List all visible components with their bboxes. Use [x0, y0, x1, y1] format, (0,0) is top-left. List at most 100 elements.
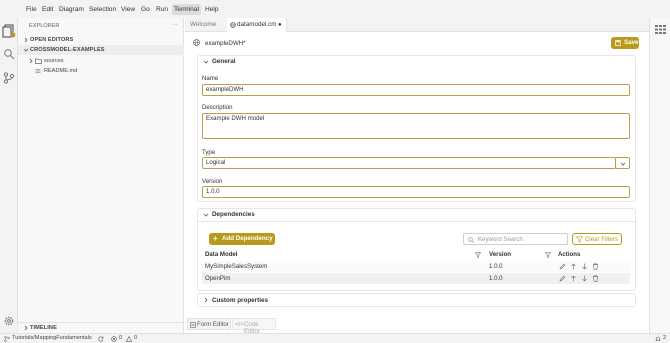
workspace-section[interactable]: CROSSMODEL-EXAMPLES [18, 45, 184, 55]
search-icon[interactable] [3, 48, 15, 60]
filter-icon [576, 236, 583, 243]
menu-selection[interactable]: Selection [87, 4, 118, 15]
code-editor-tab[interactable]: </> Code Editor [232, 318, 276, 335]
form-editor-label: Form Editor [197, 321, 229, 328]
chevron-down-icon[interactable] [203, 59, 209, 65]
chevron-right-icon [29, 58, 33, 64]
trash-icon[interactable] [592, 263, 599, 270]
type-select[interactable]: Logical [202, 157, 616, 169]
bell-icon[interactable] [655, 336, 661, 342]
timeline-section[interactable]: TIMELINE [18, 322, 184, 332]
description-textarea[interactable]: Example DWH model [202, 113, 630, 139]
edit-pencil-icon[interactable] [559, 263, 566, 270]
tab-datamodel[interactable]: datamodel.cm ● [227, 18, 287, 32]
add-dependency-button[interactable]: + Add Dependency [209, 233, 275, 245]
description-label: Description [202, 104, 233, 111]
menu-help[interactable]: Help [203, 4, 221, 15]
type-label: Type [202, 149, 216, 156]
section-divider [198, 221, 635, 222]
folder-icon [35, 58, 42, 64]
file-readme-label: README.md [44, 68, 78, 74]
arrow-down-icon[interactable] [581, 275, 588, 282]
keyword-search-input[interactable]: Keyword Search [463, 233, 568, 245]
grid-view-icon[interactable] [655, 25, 666, 34]
version-label: Version [202, 178, 223, 185]
folder-sources-label: sources [44, 58, 64, 64]
explorer-files-icon[interactable] [2, 24, 16, 38]
editor-tab-bar: Welcome datamodel.cm ● [185, 18, 649, 32]
settings-gear-icon[interactable] [3, 315, 15, 327]
unsaved-dot-icon[interactable]: ● [278, 18, 282, 32]
activity-bar [0, 18, 18, 333]
chevron-down-icon [620, 162, 626, 166]
menu-file[interactable]: File [24, 4, 39, 15]
add-dependency-label: Add Dependency [222, 235, 273, 242]
column-header-actions: Actions [558, 251, 581, 258]
save-button[interactable]: Save [611, 37, 639, 49]
keyword-search-placeholder: Keyword Search [478, 236, 523, 243]
git-branch-icon [4, 336, 10, 342]
plus-icon: + [213, 234, 218, 243]
error-icon[interactable] [111, 336, 117, 342]
source-control-icon[interactable] [3, 72, 15, 84]
notification-count: 2 [663, 335, 667, 341]
filter-icon[interactable] [475, 252, 481, 258]
name-input[interactable]: exampleDWH [202, 84, 630, 96]
tab-welcome-label: Welcome [190, 21, 217, 28]
menu-go[interactable]: Go [139, 4, 152, 15]
general-section-title: General [212, 58, 236, 65]
custom-properties-title: Custom properties [212, 297, 268, 304]
menu-run[interactable]: Run [154, 4, 170, 15]
chevron-down-icon[interactable] [203, 212, 209, 218]
menu-view[interactable]: View [119, 4, 137, 15]
dependency-model-cell: OpenPim [205, 275, 231, 282]
menu-edit[interactable]: Edit [40, 4, 55, 15]
version-input[interactable]: 1.0.0 [202, 186, 630, 198]
save-disk-icon [615, 40, 621, 46]
open-editors-section[interactable]: OPEN EDITORS [18, 35, 184, 45]
form-editor-tab[interactable]: Form Editor [187, 318, 231, 330]
open-editors-label: OPEN EDITORS [30, 37, 74, 43]
clear-filters-button[interactable]: Clear Filters [572, 233, 622, 245]
arrow-up-icon[interactable] [570, 263, 577, 270]
explorer-title: EXPLORER [29, 23, 60, 29]
dependency-version-cell: 1.0.0 [489, 275, 503, 282]
dependencies-section-title: Dependencies [212, 211, 255, 218]
tab-welcome[interactable]: Welcome [188, 18, 230, 32]
menu-bar: File Edit Diagram Selection View Go Run … [0, 0, 670, 18]
menu-terminal[interactable]: Terminal [172, 4, 201, 15]
trash-icon[interactable] [592, 275, 599, 282]
more-actions-icon[interactable]: ··· [172, 20, 182, 30]
tree-folder-sources[interactable]: sources [18, 56, 184, 66]
menu-diagram[interactable]: Diagram [57, 4, 86, 15]
tab-datamodel-label: datamodel.cm [237, 21, 277, 28]
dependency-model-cell: MySimpleSalesSystem [205, 263, 268, 270]
edit-pencil-icon[interactable] [559, 275, 566, 282]
dependency-version-cell: 1.0.0 [489, 263, 503, 270]
form-icon [190, 322, 196, 328]
model-header-title: exampleDWH* [205, 40, 246, 47]
clear-filters-label: Clear Filters [585, 236, 618, 243]
search-icon [468, 237, 474, 243]
chevron-right-icon [24, 37, 28, 43]
globe-icon [230, 22, 236, 28]
warning-icon[interactable] [126, 336, 132, 342]
save-button-label: Save [624, 39, 639, 46]
globe-icon [193, 39, 200, 46]
workspace-label: CROSSMODEL-EXAMPLES [30, 47, 105, 53]
type-dropdown-toggle[interactable] [615, 157, 630, 169]
tree-file-readme[interactable]: README.md [18, 66, 184, 76]
code-icon: </> [235, 321, 244, 328]
file-lines-icon [35, 69, 41, 73]
branch-name[interactable]: Tutorials/MappingFundamentals [12, 335, 92, 341]
status-bar: Tutorials/MappingFundamentals 0 0 2 [0, 333, 670, 343]
name-label: Name [202, 75, 219, 82]
arrow-up-icon[interactable] [570, 275, 577, 282]
filter-icon[interactable] [545, 252, 551, 258]
column-header-data-model[interactable]: Data Model [205, 251, 238, 258]
chevron-right-icon [204, 297, 208, 303]
arrow-down-icon[interactable] [581, 263, 588, 270]
right-panel-strip [649, 18, 670, 333]
column-header-version[interactable]: Version [489, 251, 511, 258]
sync-icon[interactable] [98, 336, 104, 342]
